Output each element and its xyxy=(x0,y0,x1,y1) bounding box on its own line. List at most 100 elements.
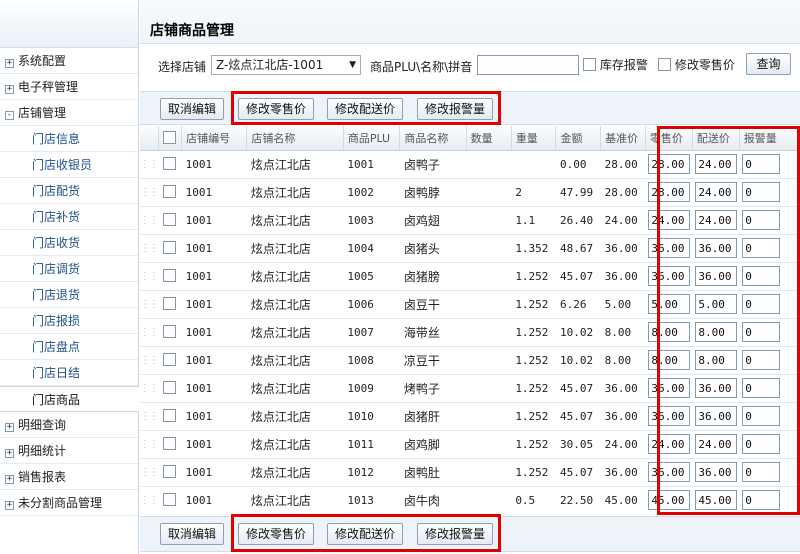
chevron-down-icon: ▼ xyxy=(349,60,356,70)
cell-qty xyxy=(466,486,512,514)
row-checkbox[interactable] xyxy=(162,185,176,198)
row-checkbox[interactable] xyxy=(162,241,176,254)
row-drag-handle[interactable]: ⋮⋮ xyxy=(140,206,158,235)
sidebar-item-store-cashier[interactable]: 门店收银员 xyxy=(0,152,138,178)
cell-store-id: 1001 xyxy=(181,402,247,431)
sidebar-item-store-replenish[interactable]: 门店补货 xyxy=(0,204,138,230)
row-select-cell[interactable] xyxy=(158,430,182,459)
sidebar-nav: + 系统配置 + 电子秤管理 - 店铺管理 门店信息 门店收银员 门店配货 门店补货 … xyxy=(0,48,139,516)
row-drag-handle[interactable]: ⋮⋮ xyxy=(140,374,158,403)
col-header-plu[interactable]: 商品PLU xyxy=(343,126,401,151)
row-select-cell[interactable] xyxy=(158,402,182,431)
row-drag-handle[interactable]: ⋮⋮ xyxy=(140,262,158,291)
cell-amount: 45.07 xyxy=(555,374,601,403)
sidebar-item-store-inventory[interactable]: 门店盘点 xyxy=(0,334,138,360)
row-checkbox[interactable] xyxy=(162,269,176,282)
sidebar-item-system-config[interactable]: + 系统配置 xyxy=(0,48,138,74)
row-drag-handle[interactable]: ⋮⋮ xyxy=(140,458,158,487)
row-drag-handle[interactable]: ⋮⋮ xyxy=(140,234,158,263)
stock-alarm-checkbox-wrap[interactable]: 库存报警 xyxy=(583,56,648,73)
row-select-cell[interactable] xyxy=(158,262,182,291)
expand-icon: + xyxy=(5,422,14,432)
col-header-product-name[interactable]: 商品名称 xyxy=(399,126,467,151)
sidebar-item-scale-management[interactable]: + 电子秤管理 xyxy=(0,74,138,100)
row-select-cell[interactable] xyxy=(158,346,182,375)
sidebar-item-store-management[interactable]: - 店铺管理 xyxy=(0,100,138,126)
row-drag-handle[interactable]: ⋮⋮ xyxy=(140,346,158,375)
row-drag-handle[interactable]: ⋮⋮ xyxy=(140,178,158,207)
sidebar-item-store-loss[interactable]: 门店报损 xyxy=(0,308,138,334)
row-checkbox[interactable] xyxy=(162,213,176,226)
row-drag-handle[interactable]: ⋮⋮ xyxy=(140,318,158,347)
row-select-cell[interactable] xyxy=(158,290,182,319)
cell-weight: 1.1 xyxy=(511,206,556,235)
sidebar-item-label: 未分割商品管理 xyxy=(18,496,103,510)
modify-price-checkbox-wrap[interactable]: 修改零售价 xyxy=(658,56,735,73)
cell-qty xyxy=(466,318,512,347)
sidebar-item-store-receive[interactable]: 门店收货 xyxy=(0,230,138,256)
row-drag-handle[interactable]: ⋮⋮ xyxy=(140,402,158,431)
row-checkbox[interactable] xyxy=(162,157,176,170)
select-all-checkbox[interactable] xyxy=(162,130,176,144)
cell-store-name: 炫点江北店 xyxy=(246,430,344,459)
sidebar-item-store-info[interactable]: 门店信息 xyxy=(0,126,138,152)
col-header-store-name[interactable]: 店铺名称 xyxy=(246,126,344,151)
sidebar-item-detail-query[interactable]: + 明细查询 xyxy=(0,412,138,438)
row-checkbox[interactable] xyxy=(162,437,176,450)
row-drag-handle[interactable]: ⋮⋮ xyxy=(140,486,158,514)
col-header-weight[interactable]: 重量 xyxy=(511,126,557,151)
modify-price-checkbox[interactable] xyxy=(658,58,671,71)
stock-alarm-checkbox[interactable] xyxy=(583,58,596,71)
sidebar-item-label: 店铺管理 xyxy=(18,106,67,120)
row-select-cell[interactable] xyxy=(158,234,182,263)
store-select[interactable]: Z-炫点江北店-1001 ▼ xyxy=(211,55,361,75)
query-button[interactable]: 查询 xyxy=(746,53,791,75)
sidebar-item-unsplit-products[interactable]: + 未分割商品管理 xyxy=(0,490,138,516)
cell-amount: 45.07 xyxy=(555,458,601,487)
row-drag-handle[interactable]: ⋮⋮ xyxy=(140,290,158,319)
sidebar-item-detail-stats[interactable]: + 明细统计 xyxy=(0,438,138,464)
cell-weight: 1.352 xyxy=(511,234,556,263)
sidebar-item-store-transfer[interactable]: 门店调货 xyxy=(0,256,138,282)
col-header-store-id[interactable]: 店铺编号 xyxy=(181,126,248,151)
cell-plu: 1013 xyxy=(343,486,400,514)
sidebar-item-sales-report[interactable]: + 销售报表 xyxy=(0,464,138,490)
row-checkbox[interactable] xyxy=(162,297,176,310)
row-select-cell[interactable] xyxy=(158,150,182,179)
row-select-cell[interactable] xyxy=(158,318,182,347)
row-select-cell[interactable] xyxy=(158,178,182,207)
row-select-cell[interactable] xyxy=(158,374,182,403)
cell-weight: 2 xyxy=(511,178,556,207)
expand-icon: + xyxy=(5,448,14,458)
search-input[interactable] xyxy=(477,55,579,75)
row-select-cell[interactable] xyxy=(158,486,182,514)
cell-product-name: 卤鸭肚 xyxy=(399,458,467,487)
cancel-edit-button-bottom[interactable]: 取消编辑 xyxy=(160,523,224,545)
cell-qty xyxy=(466,234,512,263)
row-checkbox[interactable] xyxy=(162,409,176,422)
sidebar-item-store-daily-close[interactable]: 门店日结 xyxy=(0,360,138,386)
row-drag-handle[interactable]: ⋮⋮ xyxy=(140,150,158,179)
col-header-amount[interactable]: 金额 xyxy=(555,126,602,151)
row-checkbox[interactable] xyxy=(162,381,176,394)
cell-plu: 1003 xyxy=(343,206,400,235)
col-header-base-price[interactable]: 基准价 xyxy=(600,126,646,151)
grip-header xyxy=(140,126,159,151)
row-select-cell[interactable] xyxy=(158,206,182,235)
row-drag-handle[interactable]: ⋮⋮ xyxy=(140,430,158,459)
row-checkbox[interactable] xyxy=(162,325,176,338)
cell-plu: 1004 xyxy=(343,234,400,263)
cancel-edit-button[interactable]: 取消编辑 xyxy=(160,98,224,120)
row-checkbox[interactable] xyxy=(162,353,176,366)
row-checkbox[interactable] xyxy=(162,465,176,478)
row-checkbox[interactable] xyxy=(162,493,176,506)
search-label: 商品PLU\名称\拼音 xyxy=(370,60,473,74)
row-select-cell[interactable] xyxy=(158,458,182,487)
col-header-qty[interactable]: 数量 xyxy=(466,126,512,151)
sidebar-item-store-return[interactable]: 门店退货 xyxy=(0,282,138,308)
cell-plu: 1010 xyxy=(343,402,400,431)
sidebar-item-store-distribution[interactable]: 门店配货 xyxy=(0,178,138,204)
cell-product-name: 卤猪肝 xyxy=(399,402,467,431)
sidebar-item-store-products[interactable]: 门店商品 xyxy=(0,386,139,412)
select-all-header[interactable] xyxy=(158,126,183,151)
